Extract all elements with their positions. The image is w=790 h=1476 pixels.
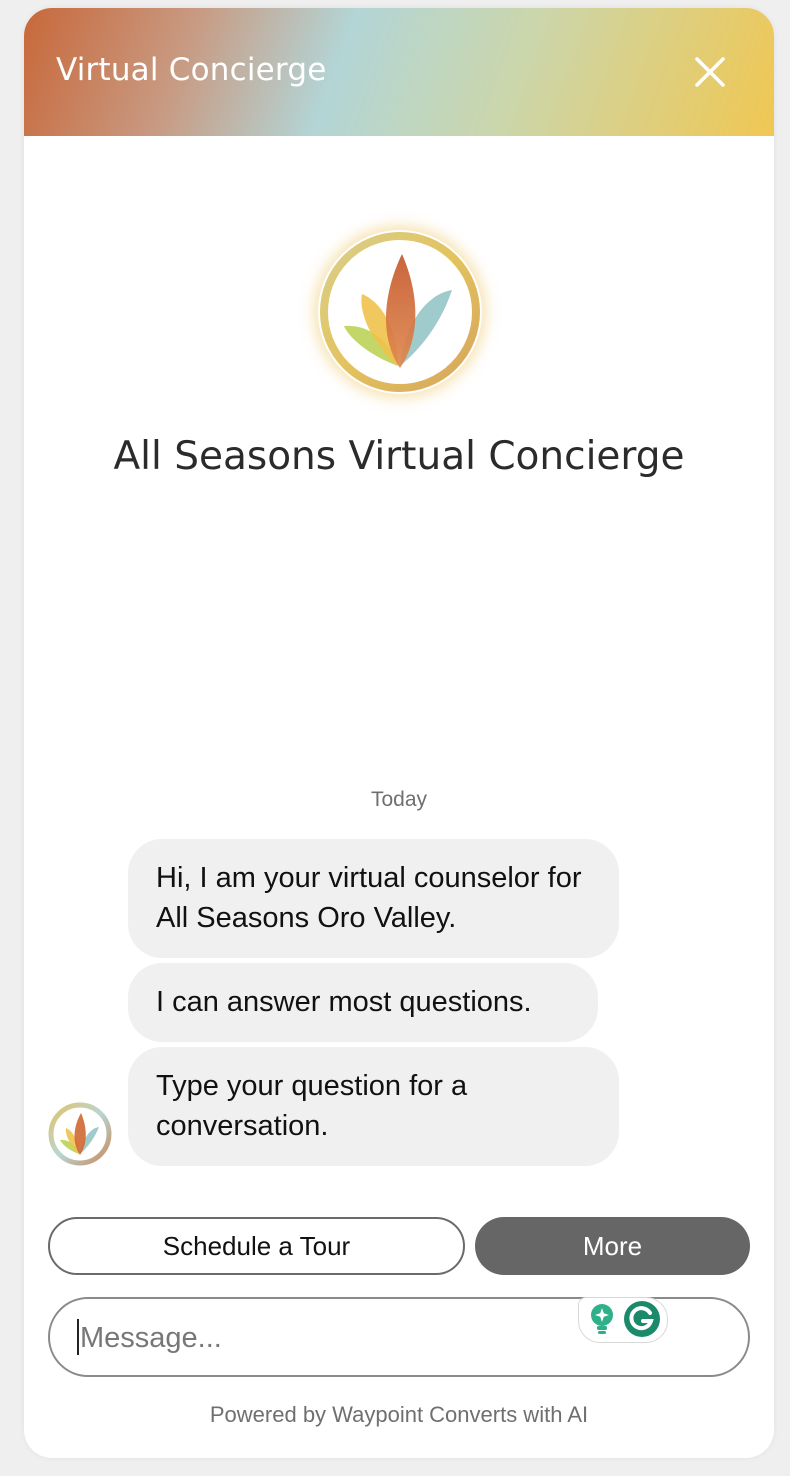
lightbulb-icon [591, 1304, 613, 1334]
date-separator: Today [370, 788, 428, 811]
bot-message: Hi, I am your virtual counselor for All … [128, 839, 619, 958]
bot-message: I can answer most questions. [128, 963, 598, 1042]
close-button[interactable] [686, 48, 734, 96]
chat-header: Virtual Concierge [24, 8, 774, 136]
grammarly-g-icon [624, 1301, 660, 1337]
header-title: Virtual Concierge [56, 52, 327, 88]
message-composer [48, 1297, 750, 1377]
chat-widget: Virtual Concierge All Seasons Virtual Co… [24, 8, 774, 1458]
schedule-tour-button[interactable]: Schedule a Tour [48, 1217, 465, 1275]
brand-title: All Seasons Virtual Concierge [113, 434, 685, 479]
close-icon [695, 57, 725, 87]
more-button[interactable]: More [475, 1217, 750, 1275]
grammarly-widget[interactable] [578, 1297, 668, 1343]
bot-message: Type your question for a conversation. [128, 1047, 619, 1166]
message-input[interactable] [78, 1317, 542, 1359]
lotus-logo-icon [318, 230, 482, 394]
powered-by-footer: Powered by Waypoint Converts with AI [209, 1402, 589, 1427]
lotus-avatar-icon [48, 1102, 112, 1166]
